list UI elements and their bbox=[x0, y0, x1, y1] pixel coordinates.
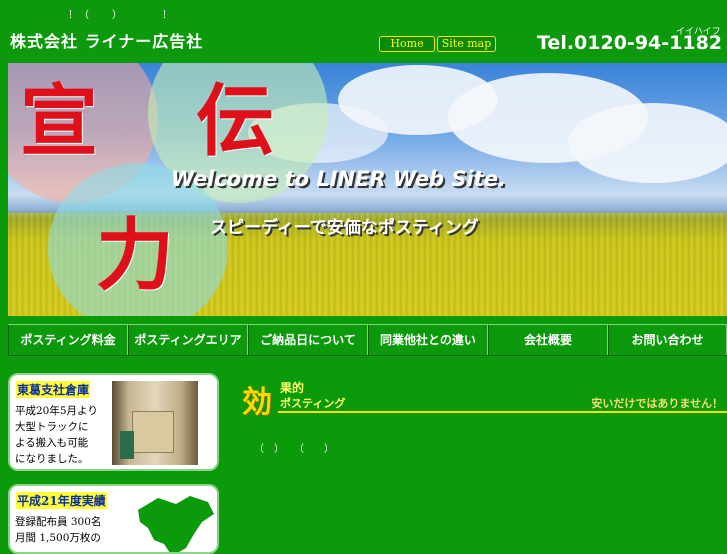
hero-banner: 宣 伝 力 Welcome to LINER Web Site. スピーディーで… bbox=[8, 63, 727, 316]
nav-item-area[interactable]: ポスティングエリア bbox=[128, 325, 248, 355]
warehouse-line: 平成20年5月より bbox=[15, 405, 98, 417]
body-text: （ ） （ ） bbox=[254, 444, 334, 455]
heading-kanji: 効 bbox=[242, 385, 272, 420]
hero-kanji-den: 伝 bbox=[196, 77, 275, 167]
hero-kanji-ryoku: 力 bbox=[96, 211, 175, 301]
header-tagline: ！（ ） ！ bbox=[68, 10, 173, 21]
warehouse-title: 東葛支社倉庫 bbox=[16, 381, 91, 398]
warehouse-line: 大型トラックに bbox=[15, 421, 89, 433]
main-nav: ポスティング料金 ポスティングエリア ご納品日について 同業他社との違い 会社概… bbox=[8, 324, 727, 356]
results-line: 月間 1,500万枚の bbox=[15, 532, 101, 544]
warehouse-line: になりました。 bbox=[15, 453, 89, 465]
hero-kanji-sen: 宣 bbox=[20, 77, 99, 167]
warehouse-line: よる搬入も可能 bbox=[15, 437, 89, 449]
results-box[interactable]: 平成21年度実績 登録配布員 300名 月間 1,500万枚の bbox=[8, 484, 219, 554]
phone-number: Tel.0120-94-1182 bbox=[537, 32, 723, 54]
company-name: 株式会社 ライナー広告社 bbox=[10, 32, 204, 51]
hero-slogan: スピーディーで安価なポスティング bbox=[210, 218, 479, 238]
results-title: 平成21年度実績 bbox=[16, 492, 107, 509]
warehouse-photo bbox=[112, 381, 198, 465]
heading-line2: ポスティング bbox=[280, 397, 346, 410]
heading-divider bbox=[278, 411, 727, 413]
nav-item-contact[interactable]: お問い合わせ bbox=[608, 325, 727, 355]
section-heading: 効 果的 ポスティング 安いだけではありません！ bbox=[238, 373, 727, 420]
heading-tagline: 安いだけではありません！ bbox=[591, 397, 723, 410]
nav-item-delivery-date[interactable]: ご納品日について bbox=[248, 325, 368, 355]
results-line: 登録配布員 300名 bbox=[15, 516, 102, 528]
warehouse-box[interactable]: 東葛支社倉庫 平成20年5月より 大型トラックに よる搬入も可能 になりました。 bbox=[8, 373, 219, 471]
sitemap-link[interactable]: Site map bbox=[437, 36, 496, 52]
map-icon bbox=[138, 496, 214, 552]
welcome-text: Welcome to LINER Web Site. bbox=[171, 167, 506, 191]
home-link[interactable]: Home bbox=[379, 36, 435, 52]
nav-item-company[interactable]: 会社概要 bbox=[488, 325, 608, 355]
header-bar: ！（ ） ！ 株式会社 ライナー広告社 Home Site map イイハイフ … bbox=[0, 0, 727, 62]
nav-item-differences[interactable]: 同業他社との違い bbox=[368, 325, 488, 355]
nav-item-pricing[interactable]: ポスティング料金 bbox=[8, 325, 128, 355]
cloud bbox=[568, 103, 727, 183]
heading-line1: 果的 bbox=[280, 381, 305, 395]
